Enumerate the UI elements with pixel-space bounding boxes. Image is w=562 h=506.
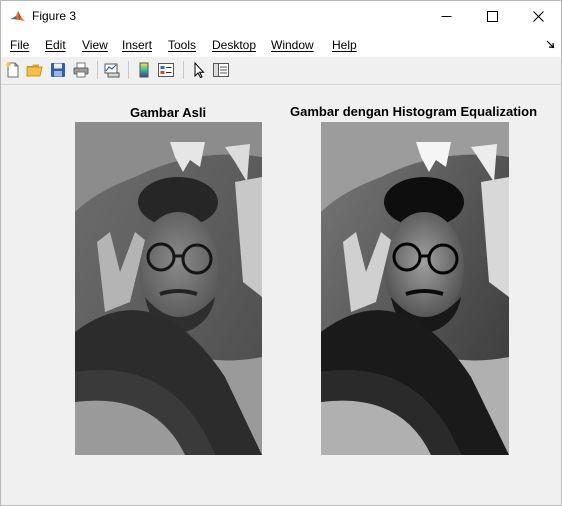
equalized-image[interactable]: [321, 122, 509, 455]
grayscale-photo-equalized-image: [321, 122, 509, 455]
figure-canvas[interactable]: Gambar Asli Gambar dengan Histogram Equa…: [1, 85, 561, 505]
close-icon: [532, 11, 544, 22]
toolbar-separator: [97, 61, 98, 79]
menu-view[interactable]: View: [82, 38, 108, 52]
menu-bar: File Edit View Insert Tools Desktop Wind…: [1, 32, 561, 57]
window-title: Figure 3: [32, 9, 77, 23]
original-image[interactable]: [75, 122, 262, 455]
maximize-button[interactable]: [469, 1, 515, 32]
menu-window[interactable]: Window: [271, 38, 314, 52]
maximize-icon: [486, 11, 498, 22]
link-plot-icon[interactable]: [103, 61, 121, 79]
print-icon[interactable]: [72, 61, 90, 79]
matlab-logo-icon: [10, 8, 26, 24]
axes-2-title: Gambar dengan Histogram Equalization: [290, 104, 538, 119]
menu-file[interactable]: File: [10, 38, 29, 52]
save-icon[interactable]: [49, 61, 67, 79]
menu-edit[interactable]: Edit: [45, 38, 66, 52]
axes-1-title: Gambar Asli: [130, 105, 207, 120]
minimize-icon: [441, 16, 451, 17]
menu-help[interactable]: Help: [332, 38, 357, 52]
close-button[interactable]: [515, 1, 561, 32]
new-figure-icon[interactable]: [4, 61, 22, 79]
figure-toolbar: [1, 57, 561, 85]
menu-desktop[interactable]: Desktop: [212, 38, 256, 52]
open-file-icon[interactable]: [26, 61, 44, 79]
figure-window: Figure 3 File Edit View Insert Tools Des…: [0, 0, 562, 506]
toolbar-separator: [183, 61, 184, 79]
toolbar-separator: [128, 61, 129, 79]
menu-insert[interactable]: Insert: [122, 38, 152, 52]
minimize-button[interactable]: [423, 1, 469, 32]
colorbar-icon[interactable]: [135, 61, 153, 79]
legend-icon[interactable]: [157, 61, 175, 79]
property-inspector-icon[interactable]: [212, 61, 230, 79]
edit-plot-pointer-icon[interactable]: [190, 61, 208, 79]
title-bar[interactable]: Figure 3: [1, 1, 561, 32]
dock-figure-icon[interactable]: [546, 40, 555, 49]
menu-tools[interactable]: Tools: [168, 38, 196, 52]
grayscale-photo-image: [75, 122, 262, 455]
